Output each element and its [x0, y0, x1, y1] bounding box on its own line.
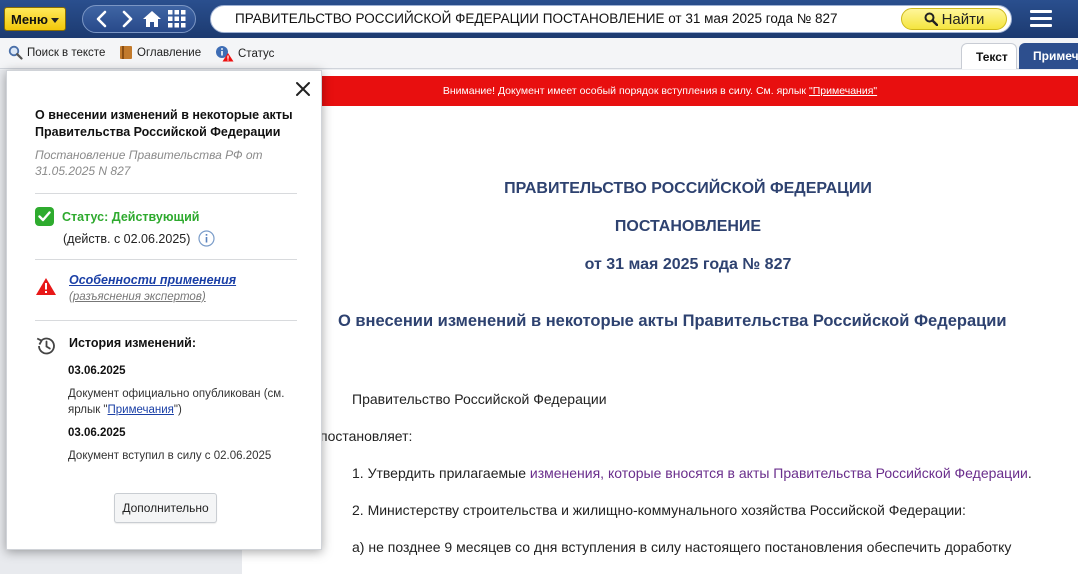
hamburger-icon[interactable]	[1030, 10, 1052, 28]
history-date: 03.06.2025	[68, 427, 126, 439]
history-date: 03.06.2025	[68, 365, 126, 377]
divider	[35, 259, 297, 260]
search-bar[interactable]: ПРАВИТЕЛЬСТВО РОССИЙСКОЙ ФЕДЕРАЦИИ ПОСТА…	[210, 5, 1012, 33]
chevron-down-icon	[51, 17, 59, 23]
divider	[35, 193, 297, 194]
checkmark-icon	[35, 207, 54, 226]
doc-paragraph-item-2a: а) не позднее 9 месяцев со дня вступлени…	[352, 539, 1012, 555]
menu-label: Меню	[10, 11, 48, 27]
info-icon[interactable]	[198, 230, 216, 247]
tab-notes[interactable]: Примеча	[1019, 43, 1078, 69]
warning-text: Внимание! Документ имеет особый порядок …	[442, 85, 807, 97]
home-icon	[142, 11, 161, 27]
popup-title: О внесении изменений в некоторые акты Пр…	[35, 108, 293, 139]
status-popup: О внесении изменений в некоторые акты Пр…	[6, 70, 322, 550]
navigation-group	[82, 5, 196, 33]
find-button[interactable]: Найти	[901, 8, 1007, 30]
application-features-link[interactable]: Особенности применения	[69, 273, 236, 287]
divider	[35, 320, 297, 321]
doc-heading-government: ПРАВИТЕЛЬСТВО РОССИЙСКОЙ ФЕДЕРАЦИИ	[504, 180, 872, 197]
popup-subtitle: Постановление Правительства РФ от 31.05.…	[35, 148, 263, 178]
tab-text-label: Текст	[976, 49, 1008, 64]
contents-button[interactable]: Оглавление	[119, 45, 201, 60]
tab-notes-label: Примеча	[1033, 49, 1078, 63]
doc-paragraph-item-1: 1. Утвердить прилагаемые изменения, кото…	[352, 465, 1032, 481]
grid-icon	[167, 10, 185, 28]
back-button[interactable]	[91, 8, 113, 30]
status-value: Статус: Действующий	[62, 209, 200, 224]
doc-paragraph-item-2: 2. Министерству строительства и жилищно-…	[352, 502, 966, 518]
search-icon	[924, 12, 938, 26]
doc-paragraph: постановляет:	[320, 428, 413, 444]
doc-paragraph: Правительство Российской Федерации	[352, 391, 607, 407]
search-input[interactable]: ПРАВИТЕЛЬСТВО РОССИЙСКОЙ ФЕДЕРАЦИИ ПОСТА…	[235, 11, 838, 26]
history-title: История изменений:	[69, 336, 196, 350]
history-icon	[36, 337, 55, 355]
more-button[interactable]: Дополнительно	[114, 493, 217, 523]
doc-heading-date: от 31 мая 2025 года № 827	[584, 256, 792, 273]
document-toolbar: Поиск в тексте Оглавление Статус Текст П…	[0, 38, 1078, 69]
warning-banner: Внимание! Документ имеет особый порядок …	[242, 76, 1078, 106]
magnifier-icon	[8, 45, 23, 60]
status-row: Статус: Действующий	[35, 207, 199, 226]
apps-button[interactable]	[166, 8, 188, 30]
status-since-text: (действ. с 02.06.2025)	[63, 231, 191, 246]
history-text: Документ официально опубликован (см. ярл…	[68, 386, 304, 418]
contents-label: Оглавление	[137, 46, 202, 59]
chevron-right-icon	[122, 10, 132, 28]
status-button[interactable]: Статус	[215, 45, 274, 62]
history-text: Документ вступил в силу с 02.06.2025	[68, 450, 272, 462]
status-label: Статус	[238, 47, 275, 60]
chevron-left-icon	[96, 10, 106, 28]
search-in-text-button[interactable]: Поиск в тексте	[8, 45, 105, 60]
item-1-prefix: 1. Утвердить прилагаемые	[352, 465, 530, 481]
doc-heading-resolution: ПОСТАНОВЛЕНИЕ	[614, 218, 762, 235]
expert-explanations-link[interactable]: (разъяснения экспертов)	[69, 291, 206, 303]
menu-button[interactable]: Меню	[4, 7, 66, 31]
forward-button[interactable]	[116, 8, 138, 30]
book-icon	[120, 46, 132, 59]
info-warning-icon	[216, 46, 234, 62]
item-1-suffix: .	[1027, 465, 1032, 481]
find-label: Найти	[941, 10, 985, 28]
document-area: Внимание! Документ имеет особый порядок …	[242, 70, 1078, 574]
status-since: (действ. с 02.06.2025)	[63, 230, 216, 247]
close-icon[interactable]	[295, 81, 311, 97]
amendments-link[interactable]: изменения, которые вносятся в акты Прави…	[530, 465, 1028, 481]
history-notes-link[interactable]: Примечания	[108, 404, 174, 416]
warning-notes-link[interactable]: "Примечания"	[809, 85, 877, 97]
warning-triangle-icon	[36, 278, 56, 295]
tab-text[interactable]: Текст	[961, 43, 1017, 69]
home-button[interactable]	[141, 8, 163, 30]
doc-title: О внесении изменений в некоторые акты Пр…	[338, 312, 1007, 330]
top-bar: Меню ПРАВИТЕЛЬСТВО РОССИЙСКОЙ ФЕДЕРАЦИИ …	[0, 0, 1078, 38]
history-text-suffix: ")	[173, 404, 182, 416]
search-in-text-label: Поиск в тексте	[27, 46, 106, 59]
